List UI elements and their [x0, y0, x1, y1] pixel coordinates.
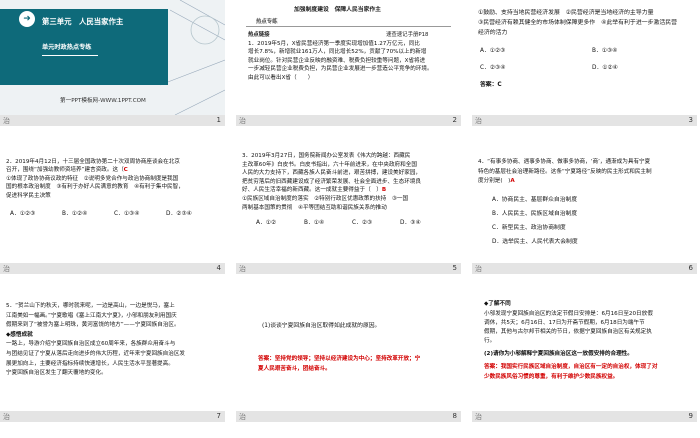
slide-thumbnail-2[interactable]: 加强制度建设 保障人民当家作主 热点专练 热点链接 速查速记手册P18 1．20…	[236, 0, 461, 126]
choice-a: A．①②③	[10, 211, 36, 217]
slide-number: 3	[688, 116, 693, 124]
slide-thumbnail-3[interactable]: ①鼓励、支持当地民营经济发展 ②民营经济是当地经济的主导力量 ③民营经济有赖其健…	[472, 0, 697, 126]
answer-mark: A	[510, 178, 515, 185]
question-text: 1．2019年5月，X省民营经济第一季度实现增加值1.27万亿元，同比 增长7.…	[248, 41, 433, 81]
answer-text: 答案：坚持党的领导；坚持以经济建设为中心；坚持改革开放；宁 夏人民艰苦奋斗，团结…	[258, 356, 421, 372]
slide-footer: 治 1	[0, 115, 225, 126]
slide-footer: 治 5	[236, 263, 461, 274]
choice-b: B．①④	[304, 220, 325, 226]
answer-mark: C	[123, 167, 128, 174]
slide-footer: 治 9	[472, 411, 697, 422]
choice-b: B．①②④	[62, 211, 88, 217]
choice-c: C．新型民主、政治协商制度	[492, 225, 566, 231]
subtitle-underline	[42, 55, 98, 56]
slide-header: 加强制度建设 保障人民当家作主	[294, 7, 381, 13]
question-text: (1)谈谈宁夏回族自治区取得如此成就的原因。	[262, 323, 381, 329]
slide-number: 4	[216, 264, 221, 272]
slide-thumbnail-7[interactable]: 5．“贺兰山下的秋天，哪时就来呢，一边是高山，一边是悦马，塞上 江南美如一幅画。…	[0, 296, 225, 422]
slide-thumbnail-9[interactable]: ◆了解不同 小邬发现宁夏回族自治区的法定节假日安排是：6月16日至20日放假 调…	[472, 296, 697, 422]
question-text: 5．“贺兰山下的秋天，哪时就来呢，一边是高山，一边是悦马，塞上 江南美如一幅画。…	[6, 303, 186, 377]
section-label: 热点专练	[256, 19, 278, 25]
option-statements: ①鼓励、支持当地民营经济发展 ②民营经济是当地经济的主导力量 ③民营经济有赖其健…	[478, 10, 678, 36]
choice-b: B．①③④	[592, 48, 618, 54]
question-text: 4．“有事多协商、遇事多协商、做事多协商，‘商’，通渐成为具有宁夏 特色的基层社…	[478, 159, 652, 185]
slide-footer: 治 2	[236, 115, 461, 126]
choice-a: A．①②③	[480, 48, 506, 54]
choice-d: D．①②④	[592, 65, 618, 71]
slide-number: 6	[688, 264, 693, 272]
unit-title: 第三单元 人民当家作主	[42, 17, 124, 26]
choice-a: A．协商民主、基层群众自治制度	[492, 197, 578, 203]
slide-number: 7	[216, 412, 221, 420]
choice-d: D．③④	[400, 220, 421, 226]
choice-c: C．②③④	[480, 65, 506, 71]
choice-a: A．①②	[256, 220, 277, 226]
slide-footer: 治 7	[0, 411, 225, 422]
answer-text: 答案：我国实行民族区域自治制度，自治区有一定的自治权，体现了对 少数民族风俗习惯…	[484, 364, 658, 380]
slide-footer: 治 8	[236, 411, 461, 422]
question-text: (2)请你为小邬解释宁夏回族自治区这一放假安排的合理性。	[484, 351, 633, 357]
slide-footer: 治 6	[472, 263, 697, 274]
slide-number: 1	[216, 116, 221, 124]
divider	[246, 26, 451, 27]
slide-thumbnail-4[interactable]: 2．2019年4月12日，十三届全国政协第二十次双周协商座谈会在北京 召开，围绕…	[0, 148, 225, 274]
answer-text: 答案：C	[480, 82, 502, 88]
reference-label: 速查速记手册P18	[386, 32, 429, 38]
arrow-right-icon: ➜	[19, 11, 35, 27]
question-text: 3．2019年3月27日，国务院新闻办公室发表《伟大的跨越：西藏民 主改革60年…	[242, 153, 422, 211]
slide-number: 8	[452, 412, 457, 420]
choice-d: D．选举民主、人民代表大会制度	[492, 239, 578, 245]
section-heading: ◆了解不同	[484, 301, 511, 307]
cover-subtitle: 单元时政热点专练	[42, 44, 92, 51]
passage-text: 小邬发现宁夏回族自治区的法定节假日安排是：6月16日至20日放假 调休，共5天；…	[484, 311, 653, 344]
brand-text: 第一PPT模板网-WWW.1PPT.COM	[60, 98, 146, 104]
question-label: 热点链接	[248, 32, 270, 38]
slide-thumbnail-5[interactable]: 3．2019年3月27日，国务院新闻办公室发表《伟大的跨越：西藏民 主改革60年…	[236, 148, 461, 274]
slide-thumbnail-1[interactable]: ➜ 第三单元 人民当家作主 单元时政热点专练 第一PPT模板网-WWW.1PPT…	[0, 0, 225, 126]
slide-footer: 治 3	[472, 115, 697, 126]
slide-number: 5	[452, 264, 457, 272]
slide-number: 2	[452, 116, 457, 124]
choice-d: D．②③④	[166, 211, 192, 217]
choice-c: C．①③④	[114, 211, 140, 217]
question-text: 2．2019年4月12日，十三届全国政协第二十次双周协商座谈会在北京 召开，围绕…	[6, 159, 184, 199]
slide-footer: 治 4	[0, 263, 225, 274]
slide-thumbnail-6[interactable]: 4．“有事多协商、遇事多协商、做事多协商，‘商’，通渐成为具有宁夏 特色的基层社…	[472, 148, 697, 274]
slide-number: 9	[688, 412, 693, 420]
answer-mark: B	[381, 187, 387, 194]
choice-c: C．②③	[352, 220, 373, 226]
choice-b: B．人民民主、民族区域自治制度	[492, 211, 578, 217]
slide-thumbnail-8[interactable]: (1)谈谈宁夏回族自治区取得如此成就的原因。 答案：坚持党的领导；坚持以经济建设…	[236, 296, 461, 422]
